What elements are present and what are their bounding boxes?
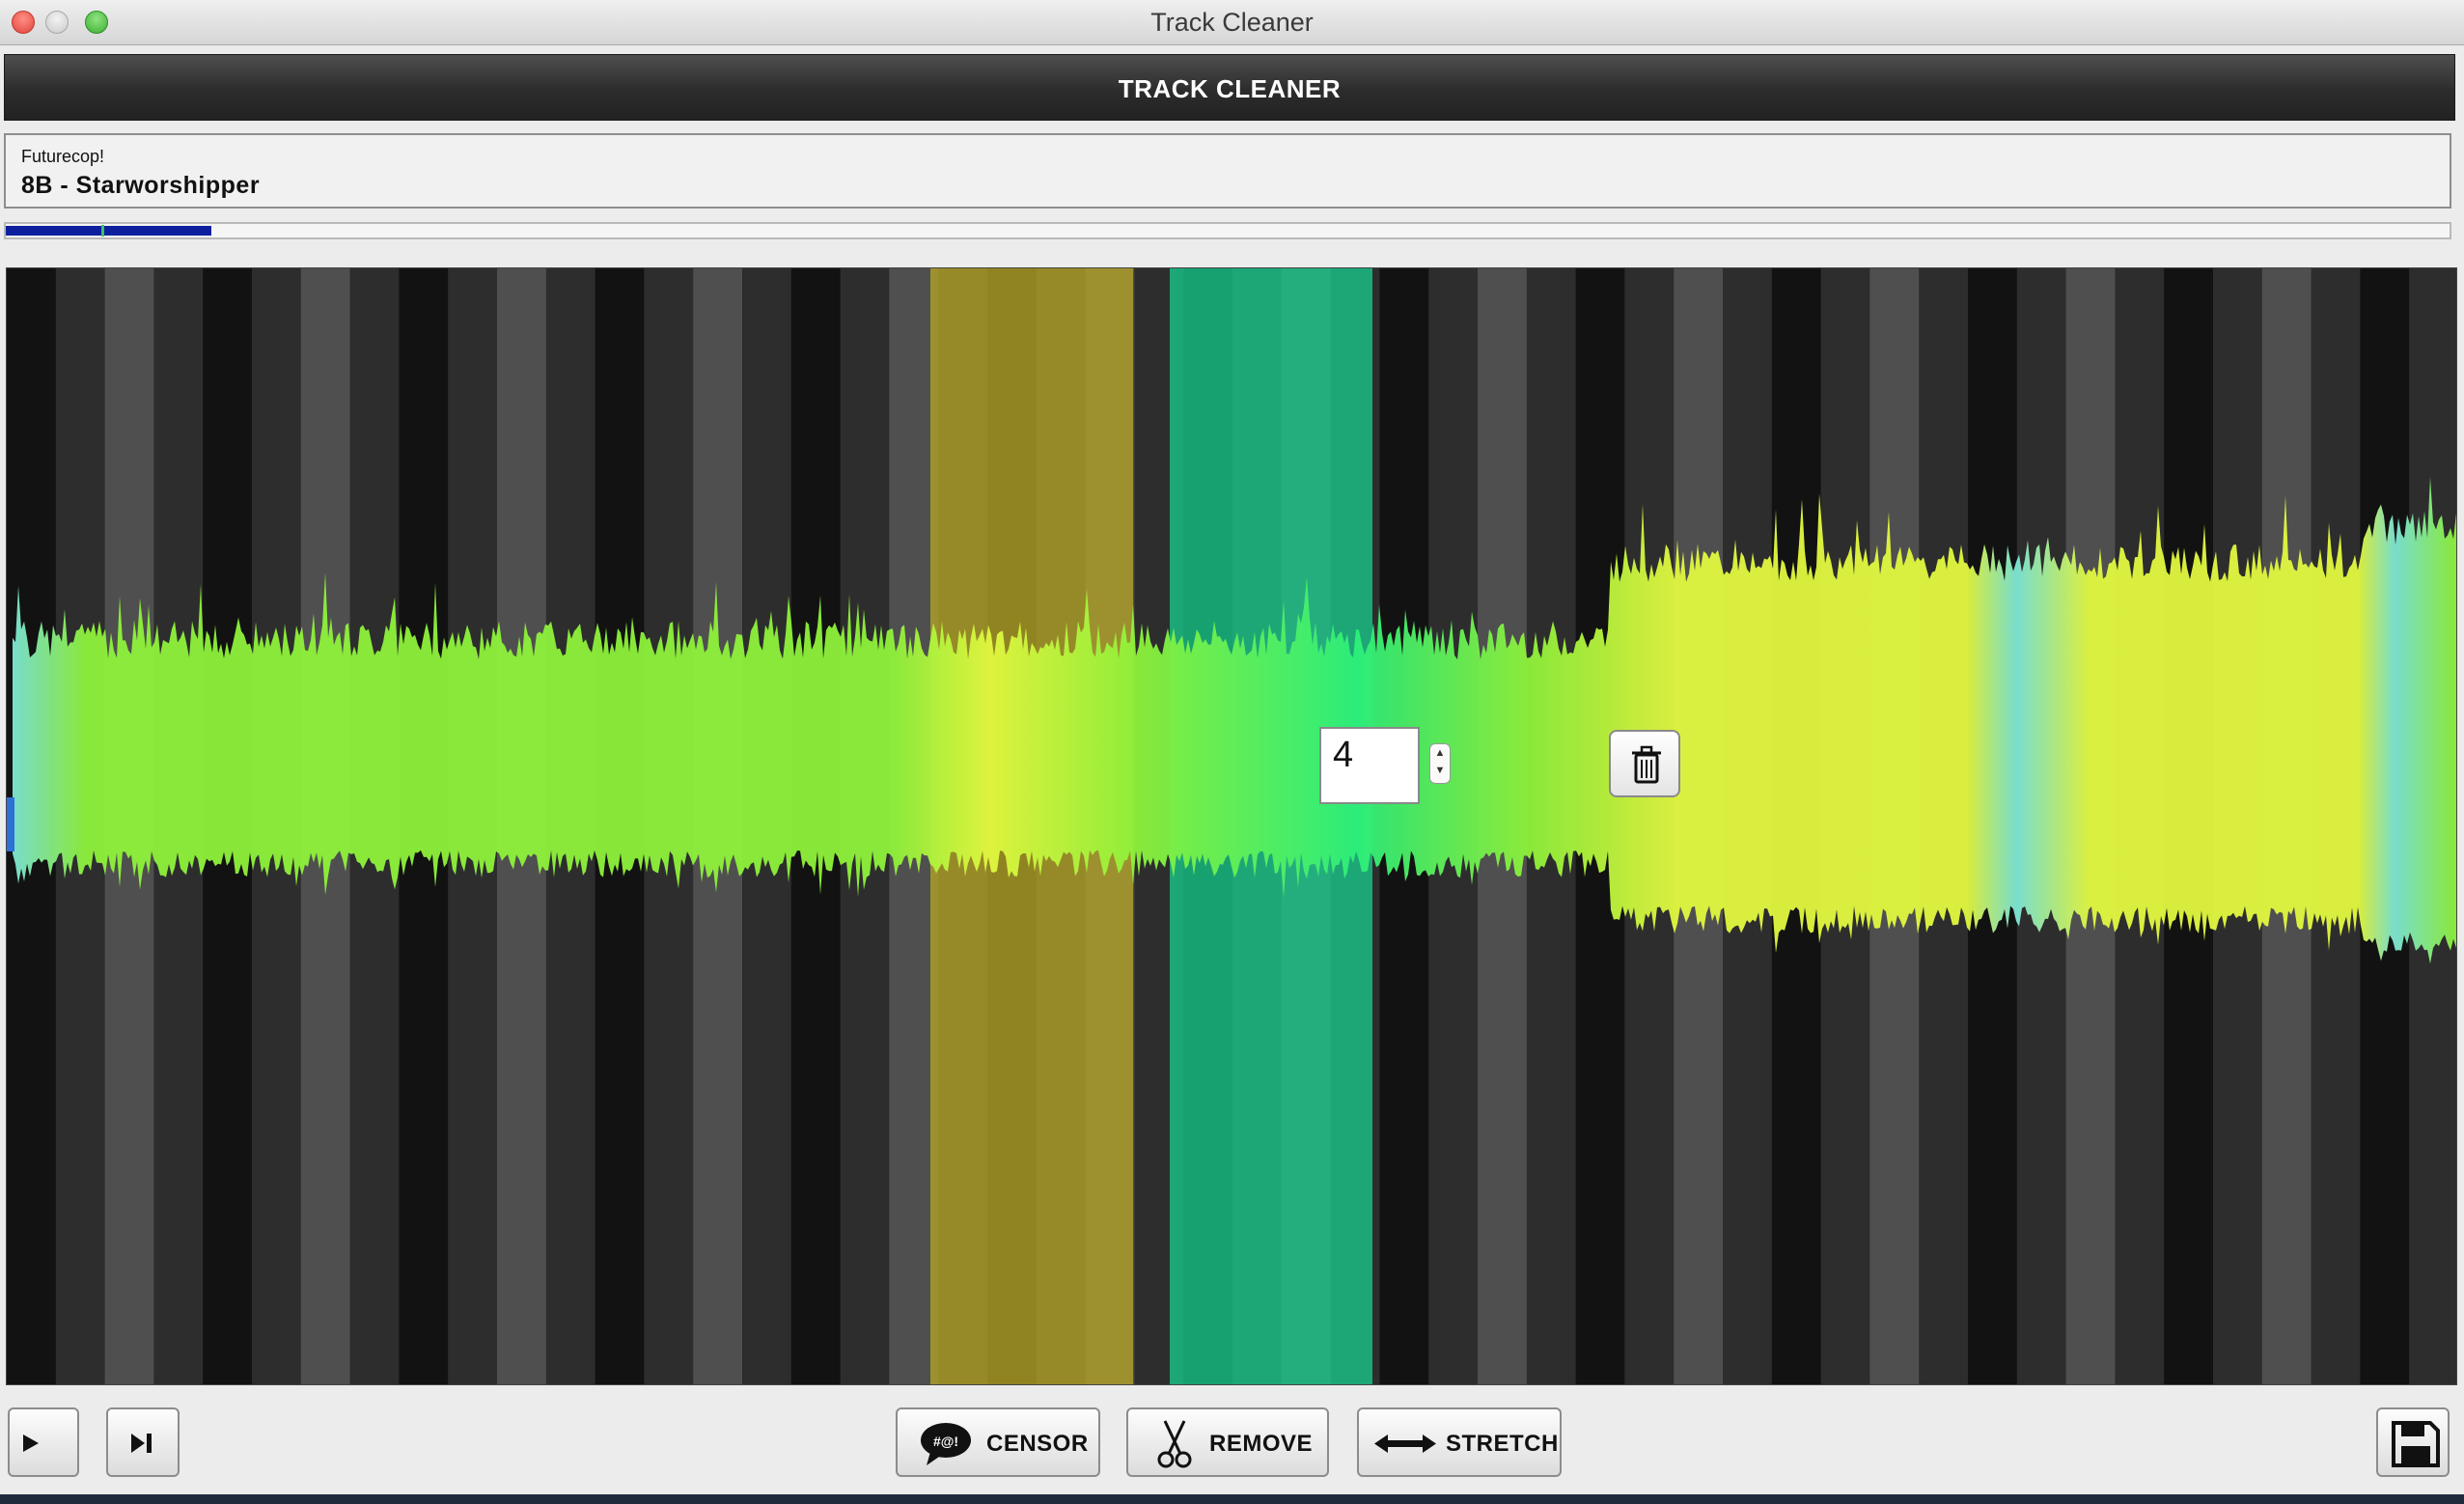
bottom-toolbar: #@! CENSOR REMOVE STRETCH xyxy=(0,1386,2464,1494)
scissors-icon xyxy=(1157,1420,1192,1468)
delete-region-button[interactable] xyxy=(1609,730,1680,797)
remove-label: REMOVE xyxy=(1209,1431,1314,1457)
track-artist: Futurecop! xyxy=(21,147,105,166)
track-info-panel: Futurecop! 8B - Starworshipper xyxy=(4,133,2451,209)
beat-count-input[interactable]: 4 xyxy=(1319,727,1420,804)
track-title: 8B - Starworshipper xyxy=(21,172,261,199)
stepper-down-icon[interactable]: ▼ xyxy=(1430,762,1450,779)
window-titlebar: Track Cleaner xyxy=(0,0,2464,45)
playhead-marker[interactable] xyxy=(100,225,104,237)
window-title: Track Cleaner xyxy=(1150,8,1314,37)
play-button[interactable] xyxy=(8,1407,79,1477)
save-button[interactable] xyxy=(2376,1407,2450,1477)
playback-progress-bar[interactable] xyxy=(4,222,2451,239)
trash-icon xyxy=(1632,745,1661,784)
app-header-title: TRACK CLEANER xyxy=(1118,74,1342,103)
waveform-start-marker xyxy=(7,797,14,851)
svg-text:#@!: #@! xyxy=(933,1434,958,1449)
waveform-graphic[interactable] xyxy=(7,268,2456,1384)
stretch-label: STRETCH xyxy=(1446,1431,1559,1457)
dock-strip xyxy=(0,1494,2464,1504)
progress-fill xyxy=(6,226,211,236)
app-header: TRACK CLEANER xyxy=(4,54,2455,121)
censor-label: CENSOR xyxy=(986,1431,1089,1457)
speech-bubble-icon: #@! xyxy=(921,1423,971,1465)
waveform-view[interactable]: 4 ▲ ▼ xyxy=(6,267,2457,1385)
censor-button[interactable]: #@! CENSOR xyxy=(896,1407,1100,1477)
stretch-button[interactable]: STRETCH xyxy=(1357,1407,1562,1477)
floppy-disk-icon xyxy=(2392,1421,2440,1467)
play-icon xyxy=(23,1434,39,1452)
stepper-up-icon[interactable]: ▲ xyxy=(1430,744,1450,762)
beat-count-stepper[interactable]: ▲ ▼ xyxy=(1429,743,1451,784)
skip-forward-icon xyxy=(131,1434,152,1453)
double-arrow-icon xyxy=(1374,1434,1436,1453)
remove-button[interactable]: REMOVE xyxy=(1126,1407,1329,1477)
skip-forward-button[interactable] xyxy=(106,1407,180,1477)
